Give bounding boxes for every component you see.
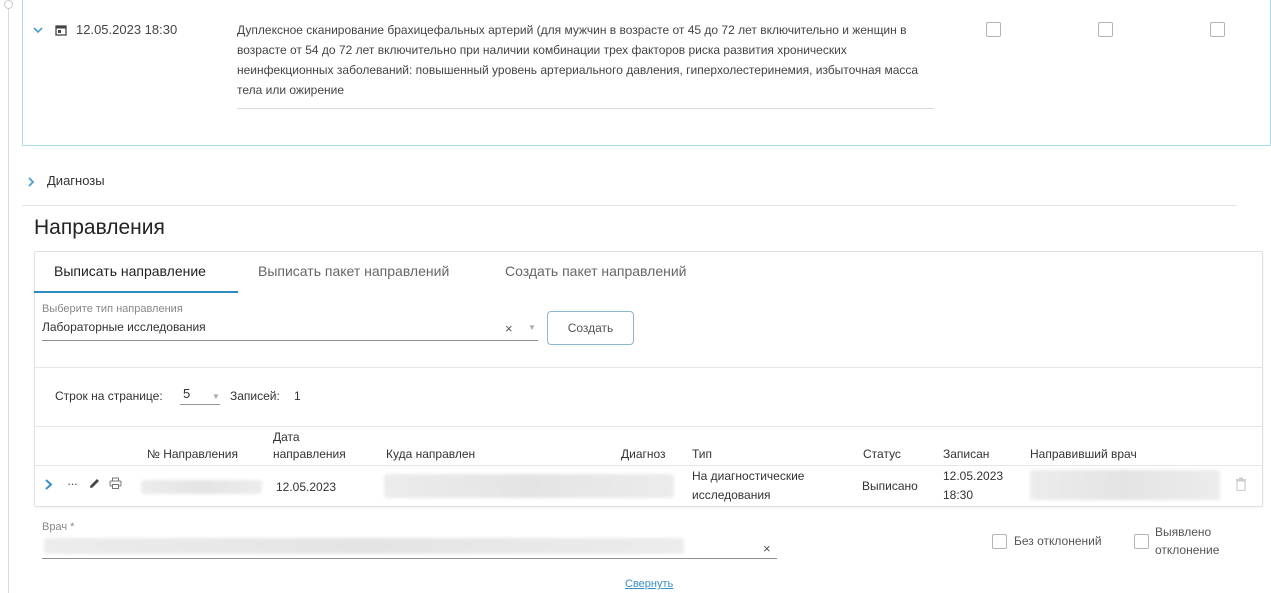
no-deviation-checkbox[interactable]	[992, 534, 1007, 549]
divider	[35, 426, 1262, 427]
doctor-field-label: Врач *	[42, 521, 75, 533]
referral-type: На диагностические исследования	[692, 469, 805, 502]
service-checkbox-3[interactable]	[1210, 22, 1225, 37]
dropdown-caret-icon[interactable]: ▼	[212, 392, 220, 401]
print-icon[interactable]	[109, 477, 122, 490]
doctor-field-value-redacted[interactable]	[44, 538, 684, 554]
active-tab-indicator	[34, 291, 238, 293]
tab-issue-referral[interactable]: Выписать направление	[54, 263, 206, 279]
collapse-link[interactable]: Свернуть	[625, 578, 673, 590]
divider	[35, 367, 1262, 368]
referral-status: Выписано	[862, 479, 918, 493]
deviation-found-checkbox[interactable]	[1134, 534, 1149, 549]
header-number: № Направления	[147, 447, 238, 461]
header-date: Дата направления	[273, 430, 346, 461]
clear-icon[interactable]: ×	[505, 321, 513, 336]
rows-per-page-select[interactable]: 5	[183, 386, 190, 401]
header-type: Тип	[692, 447, 713, 461]
chevron-right-icon[interactable]	[44, 478, 53, 491]
tab-create-referral-package[interactable]: Создать пакет направлений	[505, 263, 686, 279]
chevron-down-icon[interactable]	[33, 26, 43, 34]
table-header-divider	[35, 465, 1262, 466]
timeline-dot	[4, 0, 13, 9]
description-underline	[237, 108, 934, 109]
trash-icon[interactable]	[1235, 477, 1247, 491]
pencil-icon[interactable]	[88, 477, 101, 490]
timeline-line	[8, 0, 9, 593]
dropdown-caret-icon[interactable]: ▼	[528, 323, 536, 332]
referral-type-select[interactable]: Лабораторные исследования	[42, 320, 206, 334]
referral-type-label: Выберите тип направления	[42, 303, 183, 315]
header-recorded: Записан	[943, 447, 990, 461]
diagnoses-label: Диагнозы	[47, 173, 105, 188]
no-deviation-label: Без отклонений	[1014, 534, 1102, 548]
create-button[interactable]: Создать	[547, 311, 634, 345]
calendar-icon	[55, 25, 67, 36]
doctor-field-underline	[42, 558, 777, 559]
records-label: Записей:	[230, 389, 280, 403]
service-checkbox-1[interactable]	[986, 22, 1001, 37]
service-date: 12.05.2023 18:30	[76, 22, 178, 37]
referral-recorded: 12.05.2023 18:30	[943, 469, 1004, 502]
destination-redacted	[384, 474, 674, 498]
referrals-card	[34, 251, 1263, 507]
header-destination: Куда направлен	[386, 447, 476, 461]
diagnoses-toggle[interactable]: Диагнозы	[22, 162, 1237, 206]
more-icon[interactable]: ···	[67, 476, 78, 491]
tab-issue-referral-package[interactable]: Выписать пакет направлений	[258, 263, 449, 279]
header-doctor: Направивший врач	[1030, 447, 1137, 461]
header-diagnosis: Диагноз	[621, 447, 666, 461]
deviation-found-label: Выявлено отклонение	[1155, 525, 1220, 557]
header-status: Статус	[863, 447, 901, 461]
doctor-redacted	[1030, 470, 1220, 500]
referral-date: 12.05.2023	[276, 480, 337, 494]
clear-icon[interactable]: ×	[763, 541, 771, 556]
rows-per-page-underline	[180, 404, 220, 405]
records-count: 1	[294, 389, 301, 403]
service-description: Дуплексное сканирование брахицефальных а…	[237, 23, 919, 97]
referral-type-underline	[42, 340, 538, 341]
service-checkbox-2[interactable]	[1098, 22, 1113, 37]
section-title: Направления	[34, 216, 165, 239]
service-card: 12.05.2023 18:30 Дуплексное сканирование…	[22, 0, 1271, 146]
rows-per-page-label: Строк на странице:	[55, 389, 163, 403]
chevron-right-icon	[28, 177, 35, 187]
referral-number-redacted	[141, 480, 262, 494]
